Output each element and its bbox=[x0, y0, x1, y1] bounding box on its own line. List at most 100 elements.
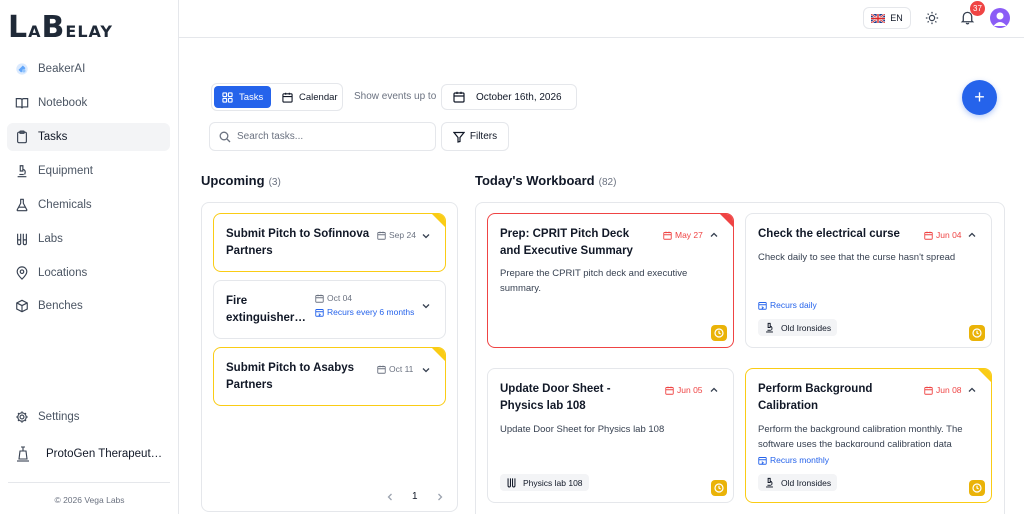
repeat-calendar-icon bbox=[758, 456, 767, 465]
upcoming-count: (3) bbox=[268, 177, 281, 188]
microscope-icon bbox=[17, 165, 27, 178]
equipment-tag[interactable]: Old Ironsides bbox=[758, 319, 838, 336]
repeat-calendar-icon bbox=[758, 301, 767, 310]
list-item[interactable]: Fire extinguisher… Oct 04 Recurs every 6… bbox=[213, 280, 446, 339]
show-events-label: Show events up to bbox=[354, 91, 437, 102]
priority-marker bbox=[978, 369, 991, 382]
chevron-down-icon[interactable] bbox=[421, 301, 431, 311]
chevron-up-icon[interactable] bbox=[967, 385, 977, 395]
calendar-icon bbox=[924, 386, 933, 395]
chevron-down-icon[interactable] bbox=[421, 365, 431, 375]
task-date-text: Jun 04 bbox=[936, 230, 962, 240]
org-switcher[interactable]: ProtoGen Therapeutics bbox=[14, 442, 170, 466]
task-date-text: Oct 11 bbox=[389, 364, 414, 374]
task-date-text: Sep 24 bbox=[389, 230, 416, 240]
grid-icon bbox=[222, 91, 233, 103]
task-title: Check the electrical curse bbox=[758, 228, 900, 240]
language-label: EN bbox=[890, 13, 903, 23]
page-number[interactable]: 1 bbox=[412, 491, 418, 502]
avatar[interactable] bbox=[990, 8, 1010, 28]
gear-icon bbox=[16, 411, 28, 423]
top-bar: EN 37 bbox=[179, 0, 1024, 38]
task-title: Perform Background Calibration bbox=[758, 383, 873, 412]
chevron-down-icon[interactable] bbox=[421, 231, 431, 241]
tab-calendar-label: Calendar bbox=[299, 91, 338, 103]
calendar-icon bbox=[453, 91, 465, 103]
calendar-icon bbox=[665, 386, 674, 395]
upcoming-title: Upcoming bbox=[201, 173, 265, 188]
chevron-up-icon[interactable] bbox=[709, 230, 719, 240]
clock-icon[interactable] bbox=[969, 325, 985, 341]
task-card[interactable]: Check the electrical curse Jun 04 Check … bbox=[745, 213, 992, 348]
calendar-icon bbox=[377, 365, 386, 374]
search-input[interactable] bbox=[237, 131, 427, 142]
sidebar-item-equipment[interactable]: Equipment bbox=[7, 157, 170, 185]
microscope-icon bbox=[766, 322, 773, 333]
sidebar-item-label: Settings bbox=[38, 411, 80, 423]
task-card[interactable]: Prep: CPRIT Pitch Deck and Executive Sum… bbox=[487, 213, 734, 348]
task-title: Submit Pitch to Sofinnova Partners bbox=[226, 228, 370, 257]
clock-icon[interactable] bbox=[711, 325, 727, 341]
lab-tag[interactable]: Physics lab 108 bbox=[500, 474, 589, 491]
sidebar-item-benches[interactable]: Benches bbox=[7, 292, 170, 320]
calendar-icon bbox=[315, 294, 324, 303]
task-title: Submit Pitch to Asabys Partners bbox=[226, 362, 355, 391]
microscope-icon bbox=[766, 477, 773, 488]
equipment-tag[interactable]: Old Ironsides bbox=[758, 474, 838, 491]
task-date-text: Oct 04 bbox=[327, 293, 353, 303]
tab-tasks-label: Tasks bbox=[239, 91, 264, 103]
sidebar-item-beakerai[interactable]: BeakerAI bbox=[7, 55, 170, 83]
sidebar-item-label: Benches bbox=[38, 300, 83, 312]
calendar-icon bbox=[377, 231, 386, 240]
tag-label: Physics lab 108 bbox=[523, 477, 583, 488]
add-task-button[interactable]: + bbox=[962, 80, 997, 115]
tab-tasks[interactable]: Tasks bbox=[214, 86, 272, 108]
test-tubes-icon bbox=[507, 478, 516, 488]
task-date: Jun 04 bbox=[924, 230, 962, 240]
sidebar-item-notebook[interactable]: Notebook bbox=[7, 89, 170, 117]
plus-icon: + bbox=[974, 87, 985, 107]
app-logo[interactable]: LABELAY bbox=[8, 10, 113, 45]
clock-icon[interactable] bbox=[711, 480, 727, 496]
notification-badge: 37 bbox=[970, 1, 985, 16]
calendar-icon bbox=[924, 231, 933, 240]
task-title: Fire extinguisher… bbox=[226, 295, 306, 324]
sidebar-item-locations[interactable]: Locations bbox=[7, 259, 170, 287]
task-description: Perform the background calibration month… bbox=[758, 424, 963, 447]
sidebar-item-labs[interactable]: Labs bbox=[7, 225, 170, 253]
tab-calendar[interactable]: Calendar bbox=[274, 86, 346, 108]
list-item[interactable]: Submit Pitch to Sofinnova Partners Sep 2… bbox=[213, 213, 446, 272]
chevron-right-icon[interactable] bbox=[435, 492, 445, 502]
sidebar-item-label: Tasks bbox=[38, 131, 68, 143]
calendar-icon bbox=[663, 231, 672, 240]
tag-label: Old Ironsides bbox=[781, 322, 832, 333]
org-logo-icon bbox=[17, 446, 29, 462]
sidebar-item-chemicals[interactable]: Chemicals bbox=[7, 191, 170, 219]
sidebar-item-label: Notebook bbox=[38, 97, 88, 109]
search-box bbox=[209, 122, 436, 151]
task-date: Jun 05 bbox=[665, 385, 703, 395]
sidebar-item-label: BeakerAI bbox=[38, 63, 86, 75]
task-title: Update Door Sheet - Physics lab 108 bbox=[500, 383, 611, 412]
list-item[interactable]: Submit Pitch to Asabys Partners Oct 11 bbox=[213, 347, 446, 406]
chevron-left-icon[interactable] bbox=[385, 492, 395, 502]
upcoming-heading: Upcoming (3) bbox=[201, 173, 281, 188]
sidebar-item-label: Labs bbox=[38, 233, 63, 245]
sidebar-item-tasks[interactable]: Tasks bbox=[7, 123, 170, 151]
language-button[interactable]: EN bbox=[863, 7, 911, 29]
date-picker[interactable]: October 16th, 2026 bbox=[441, 84, 577, 110]
clock-icon[interactable] bbox=[969, 480, 985, 496]
chevron-up-icon[interactable] bbox=[967, 230, 977, 240]
sidebar: LABELAY BeakerAI Notebook Tasks Equipmen… bbox=[0, 0, 179, 514]
task-card[interactable]: Perform Background Calibration Jun 08 Pe… bbox=[745, 368, 992, 503]
recurrence-text: Recurs every 6 months bbox=[327, 307, 415, 317]
sun-icon[interactable] bbox=[925, 11, 939, 25]
filters-button[interactable]: Filters bbox=[441, 122, 509, 151]
chevron-up-icon[interactable] bbox=[709, 385, 719, 395]
task-card[interactable]: Update Door Sheet - Physics lab 108 Jun … bbox=[487, 368, 734, 503]
sidebar-item-settings[interactable]: Settings bbox=[7, 403, 170, 431]
beaker-ai-icon bbox=[16, 63, 28, 75]
box-icon bbox=[16, 299, 28, 313]
task-title: Prep: CPRIT Pitch Deck and Executive Sum… bbox=[500, 228, 633, 257]
tag-label: Old Ironsides bbox=[781, 477, 832, 488]
